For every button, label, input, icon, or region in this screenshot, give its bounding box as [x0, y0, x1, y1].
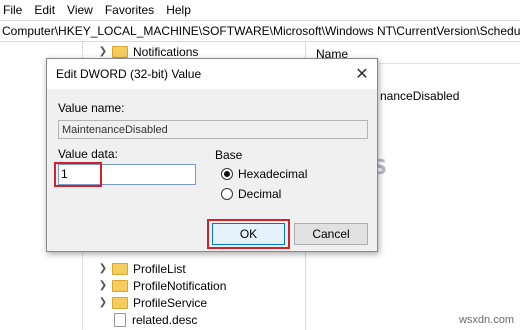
chevron-right-icon[interactable]: ❯ [96, 46, 110, 57]
tree-item-label: ProfileNotification [133, 278, 227, 293]
radio-label: Decimal [238, 187, 282, 201]
radio-label: Hexadecimal [238, 167, 308, 181]
radio-selected-icon [221, 168, 233, 180]
radio-unselected-icon [221, 188, 233, 200]
tree-item-label: Notifications [133, 44, 199, 59]
value-name-field: MaintenanceDisabled [58, 120, 368, 139]
value-row-name[interactable]: nanceDisabled [380, 89, 459, 103]
folder-icon [112, 45, 128, 58]
menu-favorites[interactable]: Favorites [105, 3, 154, 17]
folder-icon [112, 279, 128, 292]
chevron-right-icon[interactable]: ❯ [96, 263, 110, 274]
chevron-right-icon[interactable]: ❯ [96, 280, 110, 291]
tree-item-related-desc[interactable]: related.desc [96, 311, 197, 328]
file-icon [114, 312, 126, 327]
value-name-label: Value name: [58, 101, 125, 115]
folder-icon [112, 262, 128, 275]
address-bar[interactable]: Computer\HKEY_LOCAL_MACHINE\SOFTWARE\Mic… [0, 20, 520, 42]
value-data-label: Value data: [58, 147, 118, 161]
highlight-ok-button [207, 219, 290, 249]
radio-hexadecimal[interactable]: Hexadecimal [221, 167, 307, 181]
base-label: Base [215, 148, 243, 162]
edit-dword-dialog: Edit DWORD (32-bit) Value ✕ Value name: … [46, 58, 378, 252]
radio-decimal[interactable]: Decimal [221, 187, 281, 201]
menu-bar: File Edit View Favorites Help [0, 0, 520, 20]
chevron-right-icon[interactable]: ❯ [96, 297, 110, 308]
tree-item-label: ProfileService [133, 295, 208, 310]
highlight-value-data [54, 162, 102, 187]
tree-item-label: related.desc [132, 312, 198, 327]
tree-item-label: ProfileList [133, 261, 186, 276]
tree-item-profilelist[interactable]: ❯ ProfileList [96, 260, 186, 277]
tree-item-profileservice[interactable]: ❯ ProfileService [96, 294, 207, 311]
menu-file[interactable]: File [3, 3, 22, 17]
folder-icon [112, 296, 128, 309]
close-icon[interactable]: ✕ [353, 65, 371, 83]
menu-view[interactable]: View [67, 3, 93, 17]
cancel-button[interactable]: Cancel [294, 223, 368, 245]
menu-help[interactable]: Help [166, 3, 191, 17]
tree-item-profilenotification[interactable]: ❯ ProfileNotification [96, 277, 227, 294]
dialog-title: Edit DWORD (32-bit) Value [47, 59, 377, 89]
menu-edit[interactable]: Edit [34, 3, 55, 17]
site-credit: wsxdn.com [458, 314, 514, 326]
